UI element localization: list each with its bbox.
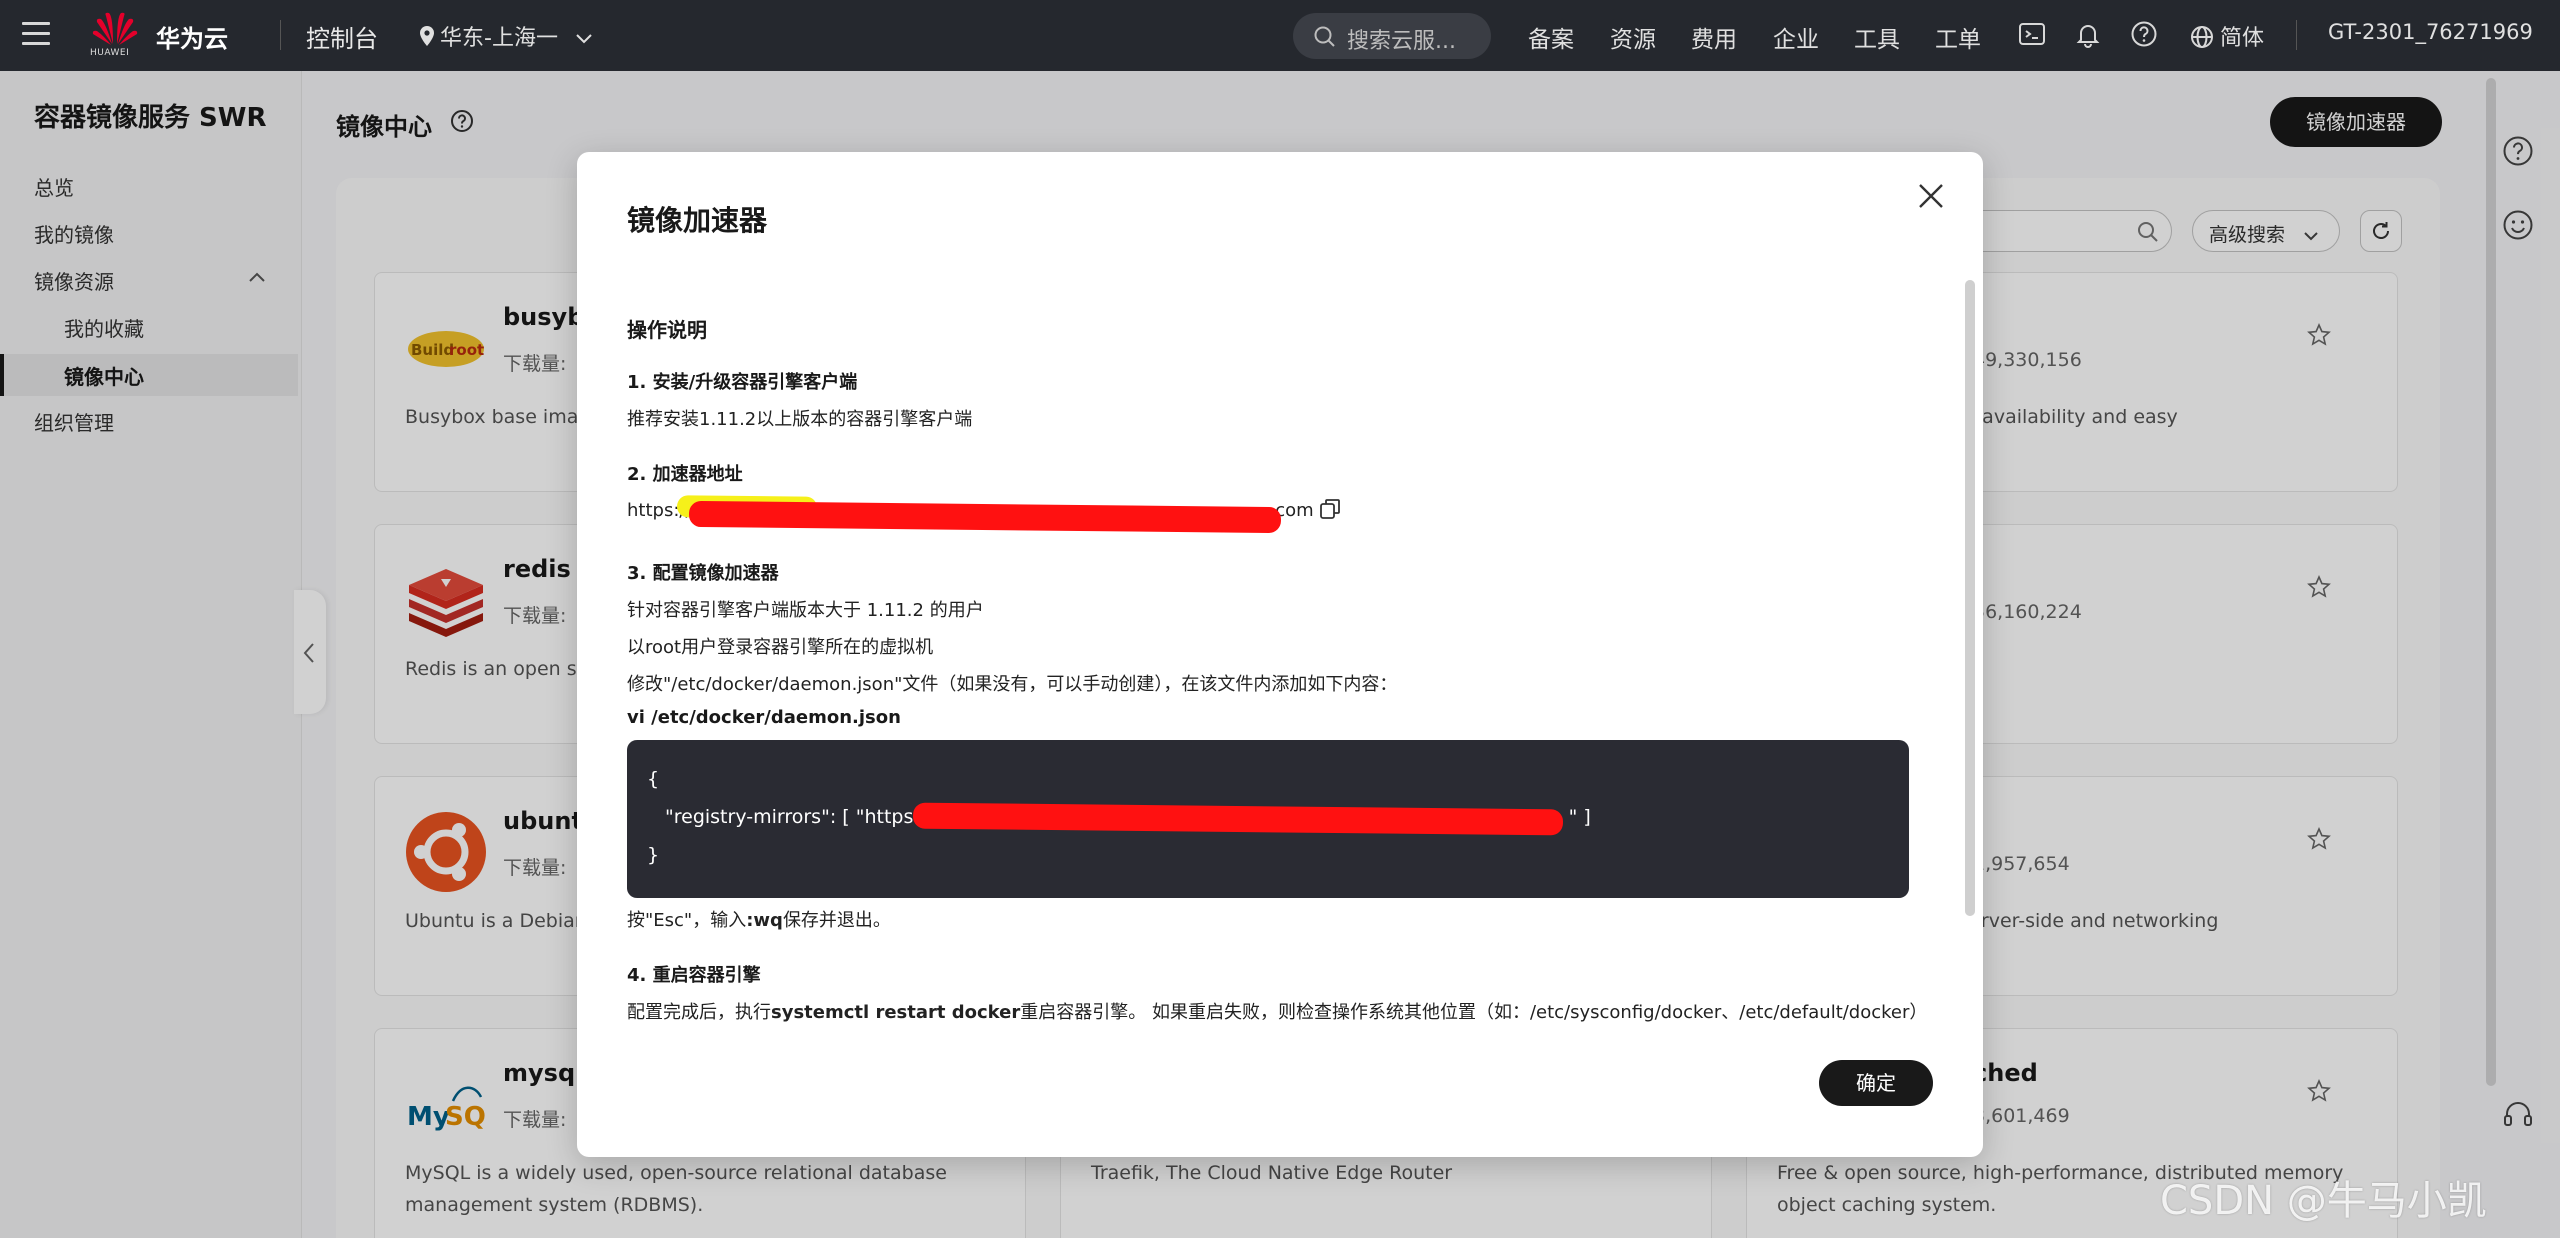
nav-tools[interactable]: 工具 bbox=[1854, 20, 1900, 54]
language-label: 简体 bbox=[2220, 26, 2265, 51]
global-search[interactable]: 搜索云服... bbox=[1293, 13, 1491, 59]
dialog-body-lower bbox=[627, 276, 1943, 1018]
brand-name[interactable]: 华为云 bbox=[156, 19, 228, 54]
region-selector[interactable]: 华东-上海一 bbox=[418, 20, 593, 52]
globe-icon bbox=[2191, 26, 2213, 48]
nav-enterprise[interactable]: 企业 bbox=[1773, 20, 1819, 54]
nav-billing[interactable]: 费用 bbox=[1691, 20, 1737, 54]
help-icon[interactable] bbox=[2130, 20, 2158, 48]
dialog-scrollbar[interactable] bbox=[1965, 280, 1975, 916]
huawei-logo[interactable]: HUAWEI bbox=[90, 10, 138, 58]
watermark: CSDN @牛马小凯 bbox=[2160, 1178, 2487, 1224]
location-pin-icon bbox=[420, 26, 434, 46]
terminal-icon[interactable] bbox=[2018, 20, 2046, 48]
console-link[interactable]: 控制台 bbox=[306, 19, 378, 54]
bell-icon[interactable] bbox=[2074, 20, 2102, 48]
menu-icon[interactable] bbox=[22, 22, 50, 46]
region-label: 华东-上海一 bbox=[440, 26, 558, 51]
dialog-title: 镜像加速器 bbox=[627, 204, 768, 237]
nav-tickets[interactable]: 工单 bbox=[1935, 20, 1981, 54]
divider bbox=[280, 20, 281, 50]
search-icon bbox=[1314, 26, 1335, 47]
close-icon[interactable] bbox=[1915, 180, 1947, 212]
scrollbar-thumb[interactable] bbox=[1965, 280, 1975, 916]
logo-text: HUAWEI bbox=[90, 48, 130, 58]
chevron-down-icon bbox=[576, 34, 592, 44]
accelerator-dialog: 镜像加速器 操作说明 1. 安装/升级容器引擎客户端 推荐安装1.11.2以上版… bbox=[577, 152, 1983, 1157]
search-placeholder: 搜索云服... bbox=[1347, 29, 1456, 54]
account-name[interactable]: GT-2301_76271969 bbox=[2328, 20, 2533, 44]
nav-resources[interactable]: 资源 bbox=[1610, 20, 1656, 54]
top-nav-bar: HUAWEI 华为云 控制台 华东-上海一 搜索云服... 备案 资源 费用 企… bbox=[0, 0, 2560, 71]
confirm-button[interactable]: 确定 bbox=[1819, 1060, 1933, 1106]
nav-filing[interactable]: 备案 bbox=[1528, 20, 1574, 54]
divider bbox=[2296, 20, 2297, 50]
language-selector[interactable]: 简体 bbox=[2190, 20, 2264, 52]
